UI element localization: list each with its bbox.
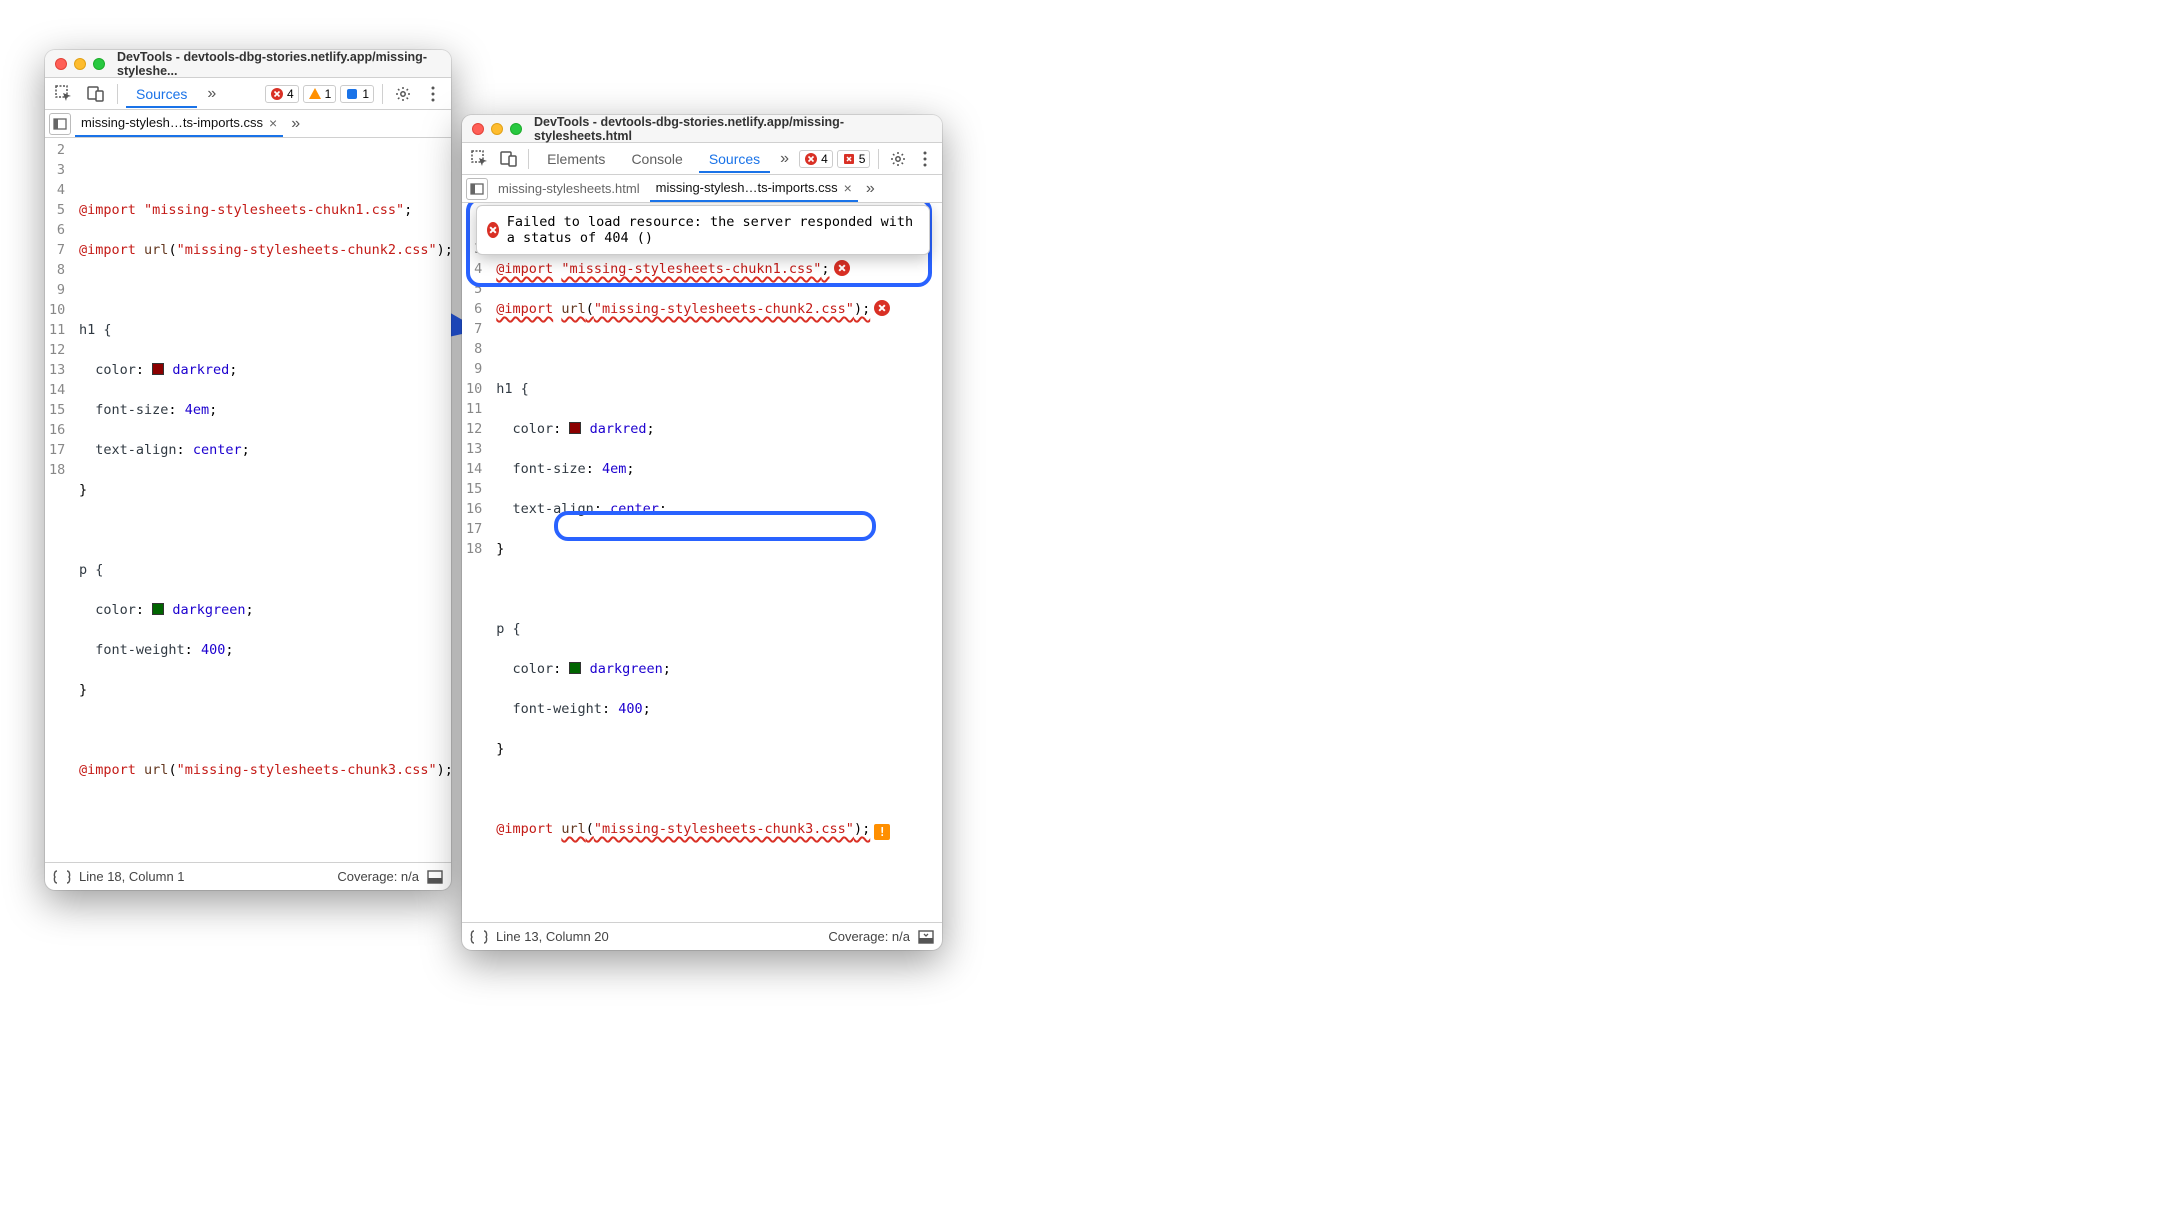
drawer-toggle-icon[interactable]	[427, 870, 443, 884]
more-file-tabs-icon[interactable]: »	[287, 115, 304, 133]
devtools-window-after: DevTools - devtools-dbg-stories.netlify.…	[462, 115, 942, 950]
code-content[interactable]: @import "missing-stylesheets-chukn1.css"…	[490, 237, 942, 922]
error-count-badge[interactable]: 4	[265, 85, 299, 103]
file-tabstrip: missing-stylesh…ts-imports.css × »	[45, 110, 451, 138]
cursor-position: Line 18, Column 1	[79, 869, 185, 884]
window-title: DevTools - devtools-dbg-stories.netlify.…	[534, 115, 932, 143]
color-swatch-darkgreen[interactable]	[152, 603, 164, 615]
titlebar: DevTools - devtools-dbg-stories.netlify.…	[45, 50, 451, 78]
color-swatch-darkred[interactable]	[569, 422, 581, 434]
window-title: DevTools - devtools-dbg-stories.netlify.…	[117, 50, 441, 78]
color-swatch-darkred[interactable]	[152, 363, 164, 375]
status-bar: Line 18, Column 1 Coverage: n/a	[45, 862, 451, 890]
more-tabs-icon[interactable]: »	[203, 85, 220, 103]
close-tab-icon[interactable]: ×	[844, 180, 852, 196]
info-count-badge[interactable]: 1	[340, 85, 374, 103]
zoom-window-button[interactable]	[510, 123, 522, 135]
minimize-window-button[interactable]	[74, 58, 86, 70]
status-bar: Line 13, Column 20 Coverage: n/a	[462, 922, 942, 950]
warning-count-badge[interactable]: 1	[303, 85, 337, 103]
device-toolbar-icon[interactable]	[83, 81, 109, 107]
inline-warning-icon[interactable]: !	[874, 824, 890, 840]
error-icon	[487, 222, 499, 238]
inline-error-icon[interactable]	[834, 260, 850, 276]
settings-icon[interactable]	[887, 151, 908, 167]
coverage-status: Coverage: n/a	[828, 929, 910, 944]
code-editor[interactable]: Failed to load resource: the server resp…	[462, 203, 942, 922]
more-tabs-icon[interactable]: »	[776, 150, 793, 168]
main-toolbar: Sources » 4 1 1	[45, 78, 451, 110]
settings-icon[interactable]	[391, 86, 415, 102]
tab-sources[interactable]: Sources	[699, 145, 770, 173]
more-options-icon[interactable]	[421, 86, 445, 102]
code-editor[interactable]: 23456789101112131415161718 @import "miss…	[45, 138, 451, 862]
tab-sources[interactable]: Sources	[126, 80, 197, 108]
file-tab-html[interactable]: missing-stylesheets.html	[492, 177, 646, 200]
file-tab-imports-css[interactable]: missing-stylesh…ts-imports.css ×	[650, 176, 858, 202]
zoom-window-button[interactable]	[93, 58, 105, 70]
coverage-status: Coverage: n/a	[337, 869, 419, 884]
more-file-tabs-icon[interactable]: »	[862, 180, 879, 198]
close-tab-icon[interactable]: ×	[269, 115, 277, 131]
devtools-window-before: DevTools - devtools-dbg-stories.netlify.…	[45, 50, 451, 890]
line-gutter: 3456789101112131415161718	[462, 237, 490, 922]
titlebar: DevTools - devtools-dbg-stories.netlify.…	[462, 115, 942, 143]
tab-elements[interactable]: Elements	[537, 145, 615, 173]
issues-count-badge[interactable]: 5	[837, 150, 871, 168]
color-swatch-darkgreen[interactable]	[569, 662, 581, 674]
pretty-print-icon[interactable]	[470, 930, 488, 944]
close-window-button[interactable]	[55, 58, 67, 70]
line-gutter: 23456789101112131415161718	[45, 138, 73, 862]
error-tooltip: Failed to load resource: the server resp…	[476, 205, 930, 255]
close-window-button[interactable]	[472, 123, 484, 135]
file-tab-imports-css[interactable]: missing-stylesh…ts-imports.css ×	[75, 111, 283, 137]
inspect-element-icon[interactable]	[468, 146, 491, 172]
drawer-toggle-icon[interactable]	[918, 930, 934, 944]
cursor-position: Line 13, Column 20	[496, 929, 609, 944]
inspect-element-icon[interactable]	[51, 81, 77, 107]
pretty-print-icon[interactable]	[53, 870, 71, 884]
inline-error-icon[interactable]	[874, 300, 890, 316]
minimize-window-button[interactable]	[491, 123, 503, 135]
navigator-toggle-icon[interactable]	[49, 113, 71, 135]
main-toolbar: Elements Console Sources » 4 5	[462, 143, 942, 175]
file-tabstrip: missing-stylesheets.html missing-stylesh…	[462, 175, 942, 203]
more-options-icon[interactable]	[915, 151, 936, 167]
error-count-badge[interactable]: 4	[799, 150, 833, 168]
navigator-toggle-icon[interactable]	[466, 178, 488, 200]
code-content[interactable]: @import "missing-stylesheets-chukn1.css"…	[73, 138, 451, 862]
tab-console[interactable]: Console	[621, 145, 692, 173]
device-toolbar-icon[interactable]	[497, 146, 520, 172]
